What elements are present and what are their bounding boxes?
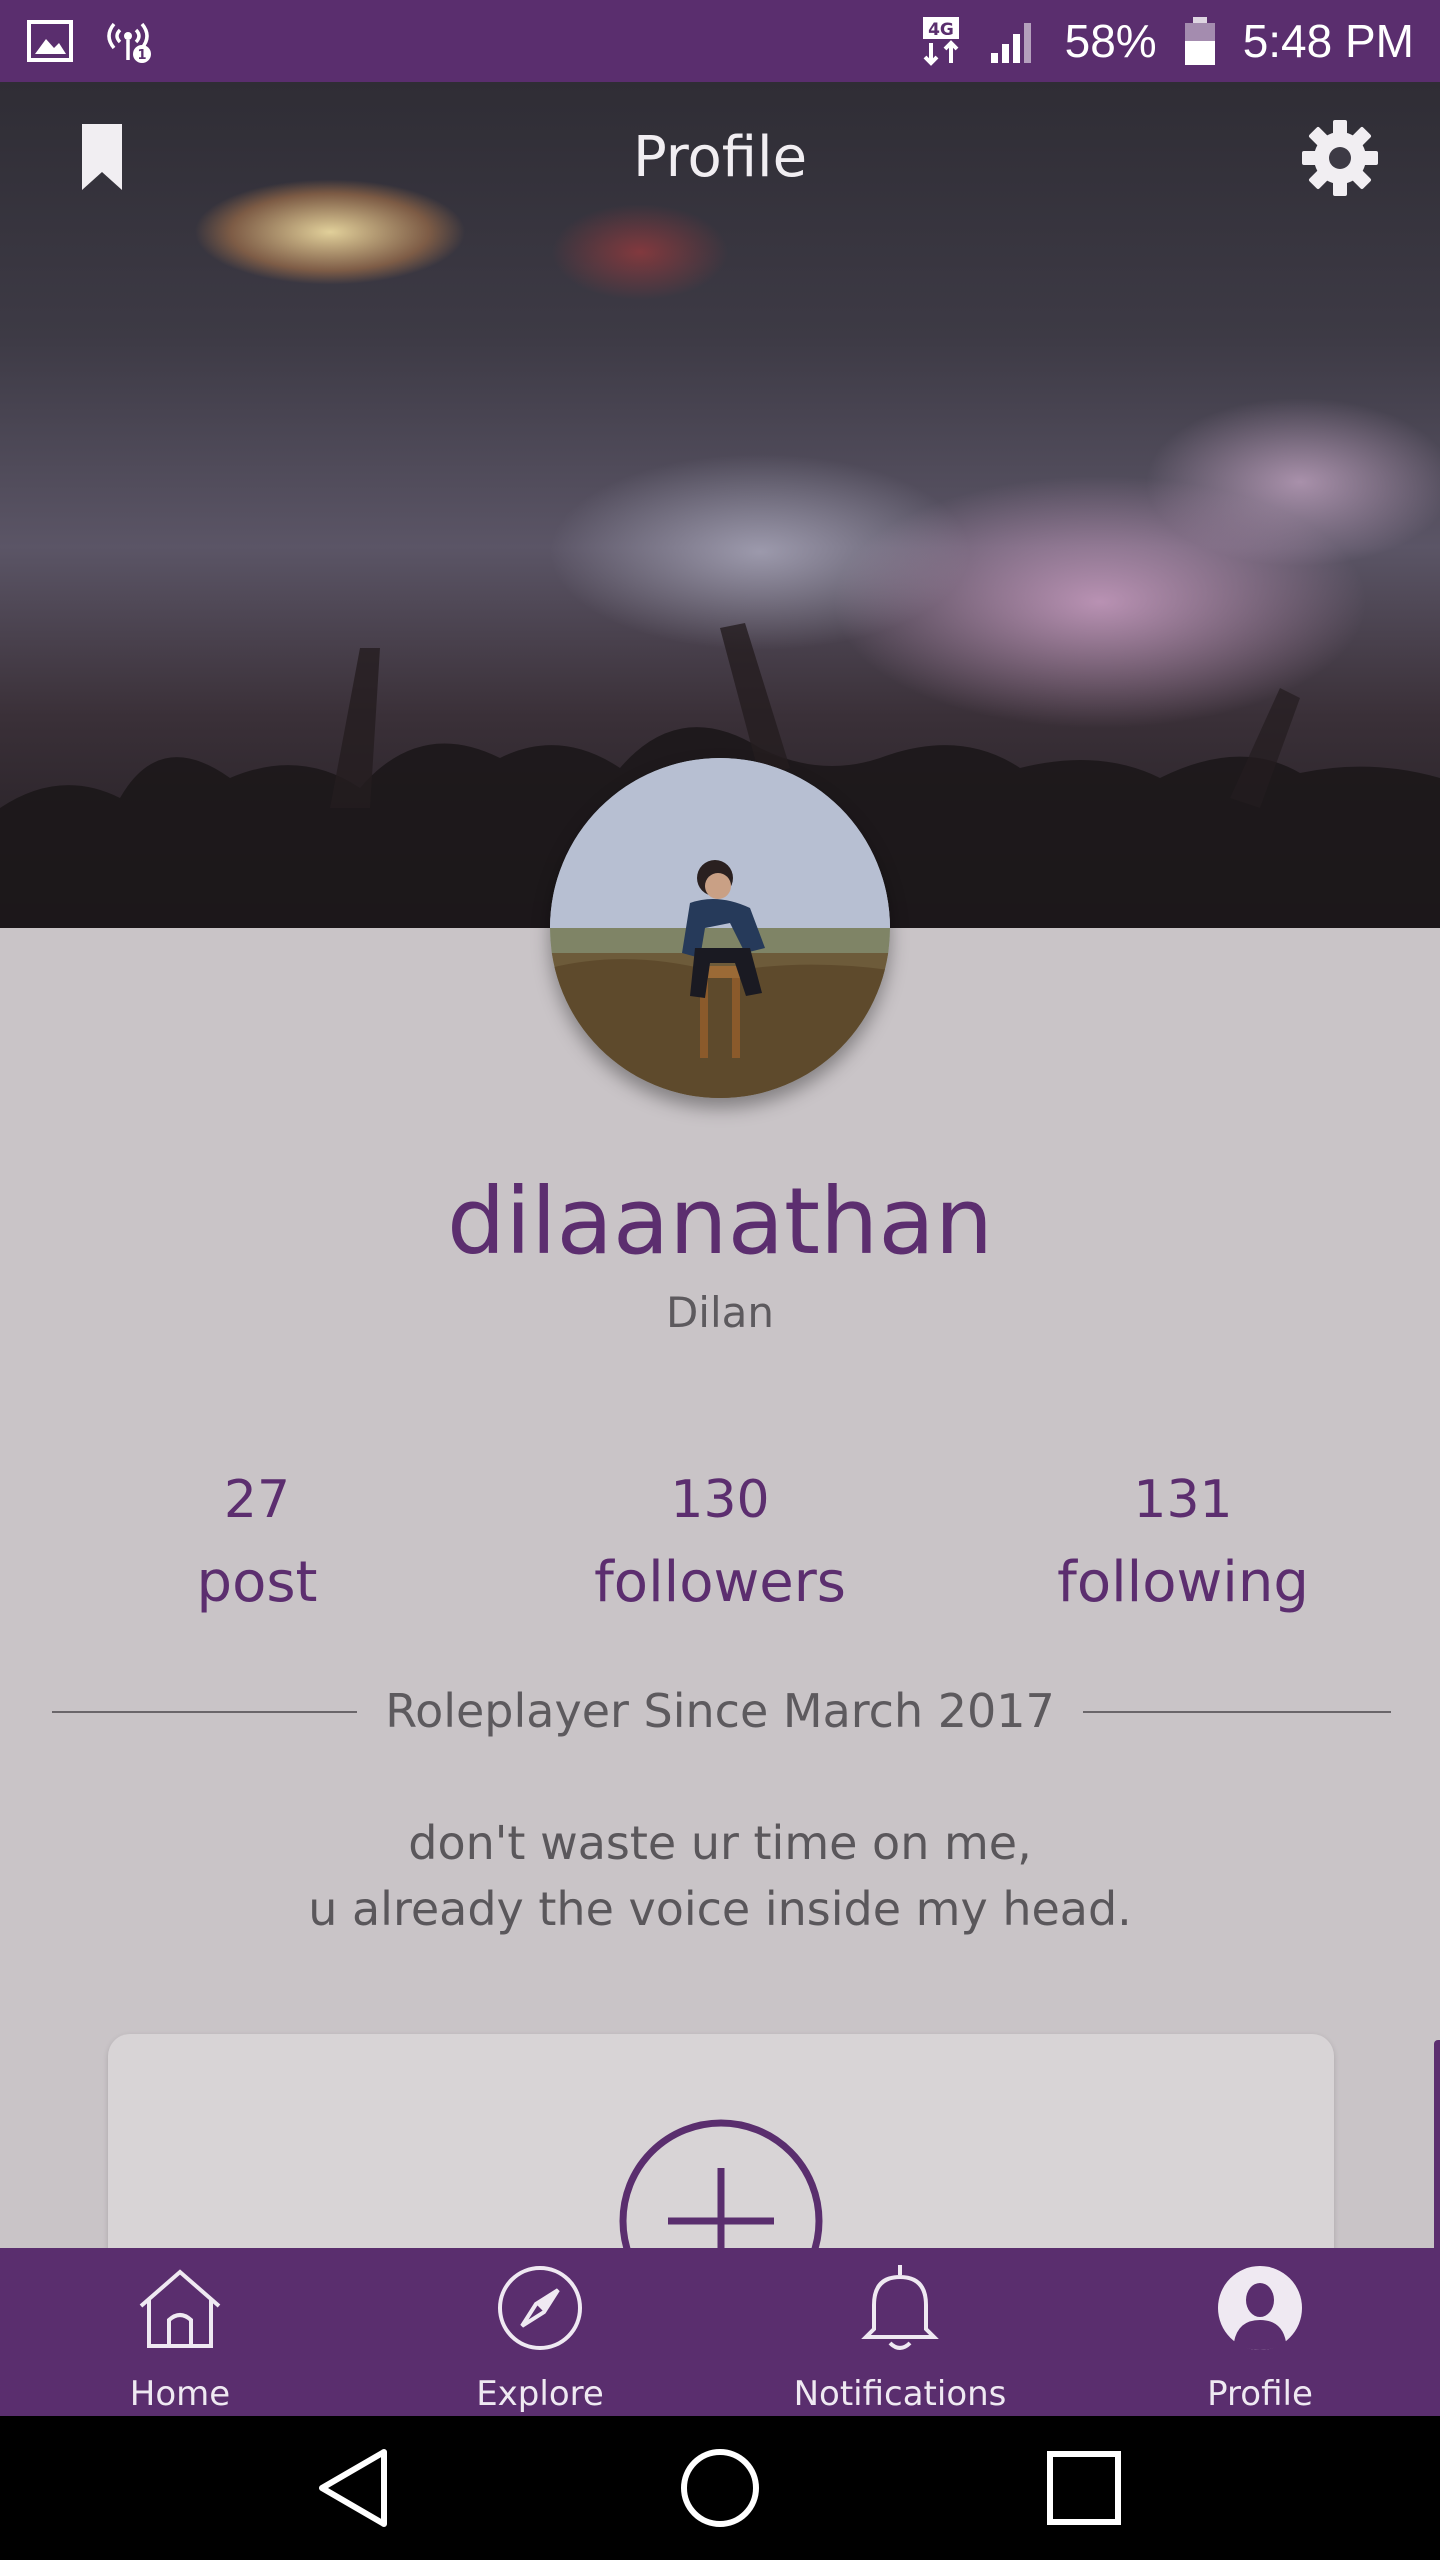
profile-avatar-icon xyxy=(1212,2260,1308,2356)
header-bar: Profile xyxy=(0,82,1440,232)
nav-notifications[interactable]: Notifications xyxy=(720,2248,1080,2416)
following-label: following xyxy=(1057,1550,1309,1615)
recent-apps-icon[interactable] xyxy=(1036,2440,1132,2536)
home-icon xyxy=(132,2260,228,2356)
bio-line-1: don't waste ur time on me, xyxy=(408,1816,1032,1870)
nav-home-label: Home xyxy=(129,2374,231,2414)
profile-avatar[interactable] xyxy=(550,758,890,1098)
divider-right xyxy=(1083,1711,1391,1713)
hotspot-icon: 1 xyxy=(100,16,156,66)
bottom-nav: Home Explore Notifications Profile xyxy=(0,2248,1440,2416)
bookmark-icon[interactable] xyxy=(80,122,124,192)
following-count: 131 xyxy=(1133,1470,1233,1530)
posts-count: 27 xyxy=(223,1470,291,1530)
nav-explore[interactable]: Explore xyxy=(360,2248,720,2416)
nav-profile-label: Profile xyxy=(1207,2374,1313,2414)
display-name: Dilan xyxy=(665,1288,775,1337)
stat-posts[interactable]: 27 post xyxy=(77,1470,437,1615)
nav-explore-label: Explore xyxy=(476,2374,604,2414)
back-icon[interactable] xyxy=(306,2440,402,2536)
signal-icon xyxy=(989,17,1039,65)
home-circle-icon[interactable] xyxy=(672,2440,768,2536)
status-right: 4G 58% 5:48 PM xyxy=(919,14,1414,68)
next-card-edge xyxy=(1434,2040,1440,2250)
status-bar: 1 4G 58% 5:48 PM xyxy=(0,0,1440,82)
compass-icon xyxy=(492,2260,588,2356)
avatar-photo xyxy=(550,758,890,1098)
username: dilaanathan xyxy=(446,1168,994,1275)
bio-line-2: u already the voice inside my head. xyxy=(308,1882,1132,1936)
gear-icon[interactable] xyxy=(1300,118,1380,198)
stat-followers[interactable]: 130 followers xyxy=(540,1470,900,1615)
svg-text:4G: 4G xyxy=(928,20,954,40)
bell-icon xyxy=(852,2260,948,2356)
battery-percent: 58% xyxy=(1064,15,1157,67)
followers-label: followers xyxy=(594,1550,846,1615)
gallery-icon xyxy=(26,19,74,63)
nav-home[interactable]: Home xyxy=(0,2248,360,2416)
posts-label: post xyxy=(196,1550,318,1615)
system-nav xyxy=(0,2416,1440,2560)
page-title: Profile xyxy=(632,124,808,190)
data-transfer-icon: 4G xyxy=(919,15,963,67)
svg-text:1: 1 xyxy=(137,48,146,63)
bio: don't waste ur time on me, u already the… xyxy=(0,1810,1440,1942)
nav-profile[interactable]: Profile xyxy=(1080,2248,1440,2416)
battery-icon xyxy=(1183,15,1217,67)
stat-following[interactable]: 131 following xyxy=(1003,1470,1363,1615)
followers-count: 130 xyxy=(670,1470,770,1530)
nav-notifications-label: Notifications xyxy=(793,2374,1007,2414)
member-since: Roleplayer Since March 2017 xyxy=(385,1684,1055,1738)
status-time: 5:48 PM xyxy=(1242,15,1414,67)
status-left: 1 xyxy=(26,16,156,66)
divider-left xyxy=(52,1711,357,1713)
